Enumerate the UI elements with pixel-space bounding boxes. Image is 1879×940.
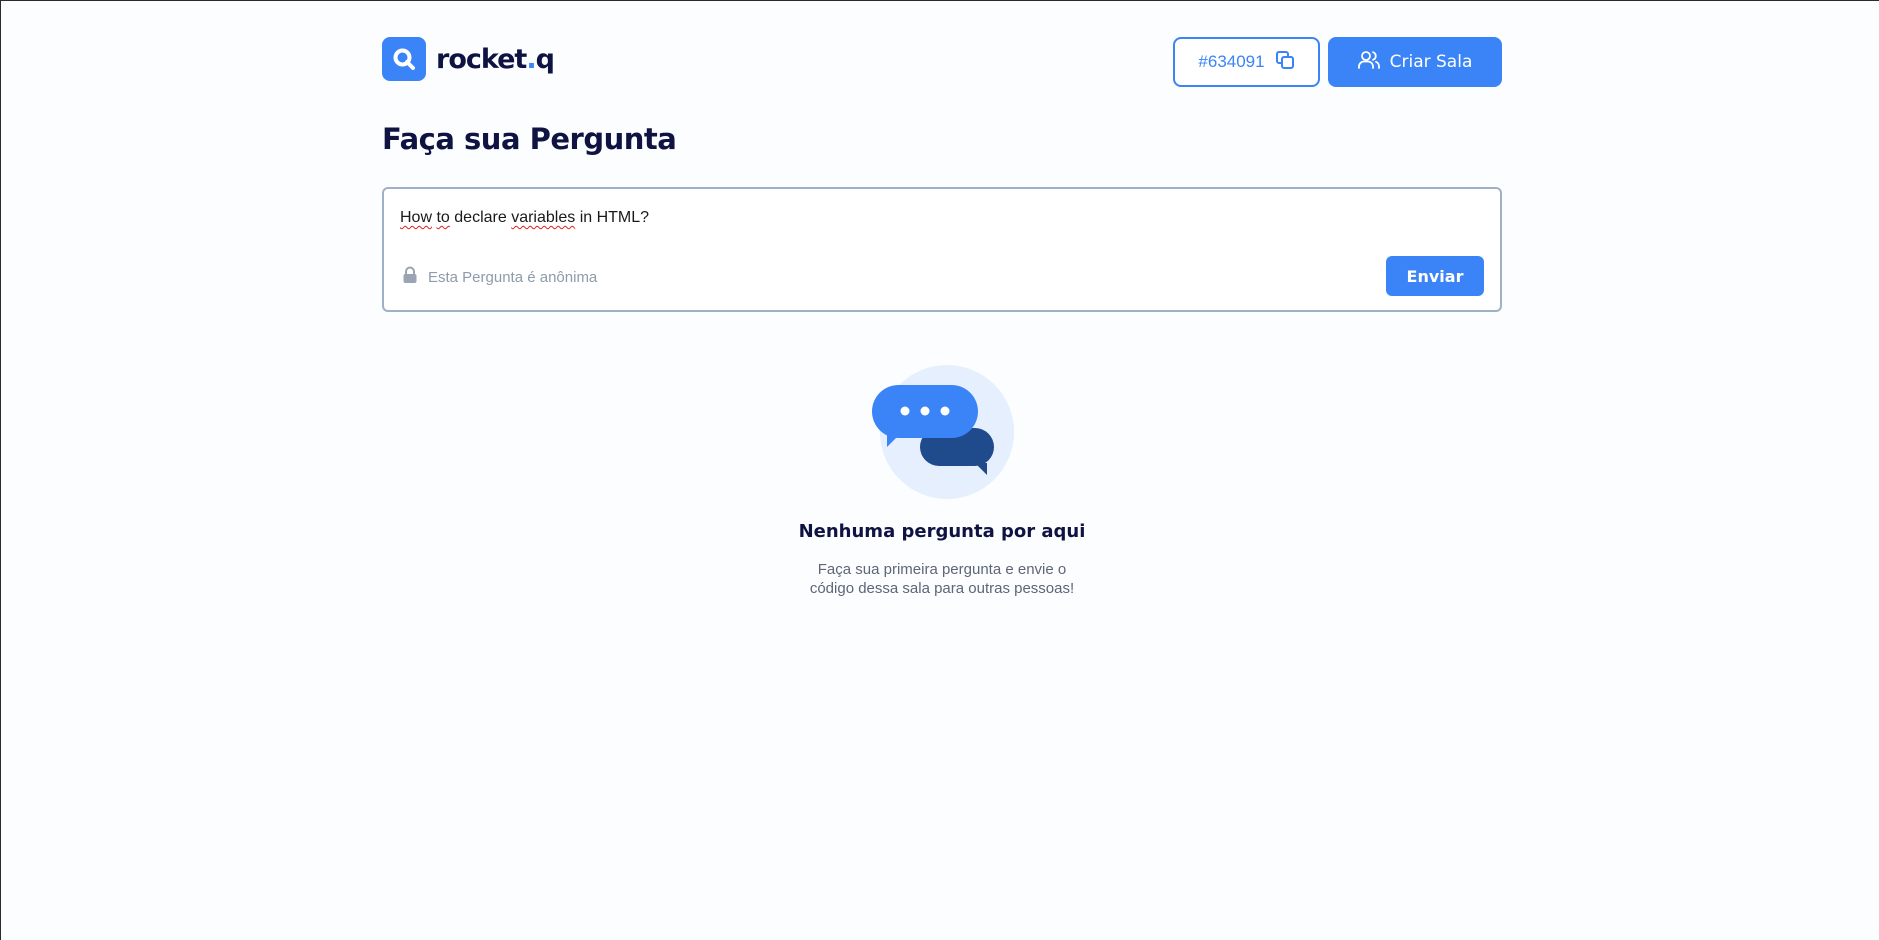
- header-actions: #634091 Criar Sala: [1173, 37, 1502, 87]
- create-room-label: Criar Sala: [1389, 52, 1473, 72]
- question-word: in HTML?: [579, 209, 650, 226]
- top-header: rocket. q #634091 Criar Sala: [382, 1, 1502, 121]
- app-container: rocket. q #634091 Criar Sala Faça sua Pe…: [382, 1, 1502, 597]
- question-word: How: [400, 209, 433, 226]
- question-form: How to declare variables in HTML? Esta P…: [382, 187, 1502, 312]
- empty-state-text-line: código dessa sala para outras pessoas!: [809, 580, 1075, 597]
- users-icon: [1357, 50, 1380, 75]
- copy-icon: [1275, 50, 1295, 75]
- send-button[interactable]: Enviar: [1386, 256, 1484, 296]
- question-word: declare: [454, 209, 507, 226]
- logo-suffix: q: [535, 43, 555, 75]
- anonymous-note: Esta Pergunta é anônima: [402, 266, 597, 288]
- lock-icon: [402, 266, 418, 288]
- rocketq-logo-icon: [382, 37, 426, 81]
- empty-state: Nenhuma pergunta por aqui Faça sua prime…: [382, 363, 1502, 598]
- anonymous-label: Esta Pergunta é anônima: [428, 268, 598, 286]
- empty-state-text-line: Faça sua primeira pergunta e envie o: [817, 561, 1067, 578]
- question-word: to: [436, 209, 450, 226]
- logo-word: rocket: [436, 43, 527, 75]
- create-room-button[interactable]: Criar Sala: [1328, 37, 1502, 87]
- logo-dot: .: [526, 43, 536, 75]
- page-title: Faça sua Pergunta: [382, 122, 677, 156]
- empty-state-text: Faça sua primeira pergunta e envie o cód…: [792, 560, 1092, 598]
- logo-text: rocket. q: [436, 43, 555, 75]
- question-input[interactable]: How to declare variables in HTML?: [400, 209, 649, 227]
- chat-bubbles-illustration: [872, 365, 1014, 499]
- empty-state-title: Nenhuma pergunta por aqui: [798, 521, 1086, 542]
- room-code-button[interactable]: #634091: [1173, 37, 1320, 87]
- logo[interactable]: rocket. q: [382, 37, 555, 81]
- room-code-label: #634091: [1198, 52, 1265, 71]
- question-word: variables: [511, 209, 576, 226]
